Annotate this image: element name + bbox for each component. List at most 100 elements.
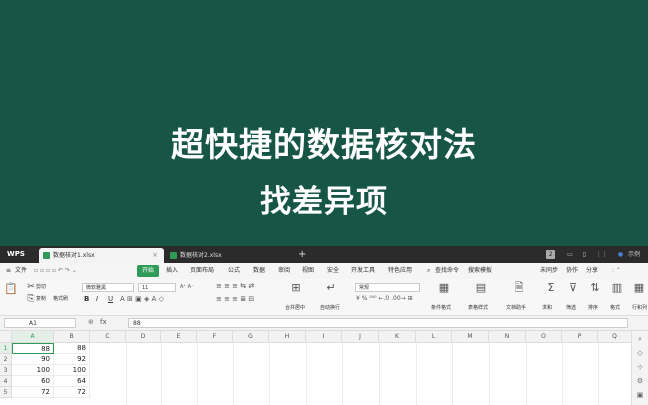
name-box[interactable]: A1 xyxy=(4,318,76,328)
column-header-a[interactable]: A xyxy=(12,331,54,343)
column-header-f[interactable]: F xyxy=(197,331,233,343)
underline-icon[interactable]: U xyxy=(108,295,113,303)
menu-tab-page-layout[interactable]: 页面布局 xyxy=(190,265,214,277)
column-header-e[interactable]: E xyxy=(161,331,197,343)
font-name-select[interactable]: 微软雅黑 xyxy=(82,283,134,292)
search-icon[interactable]: ⌕ xyxy=(636,335,644,343)
bold-icon[interactable]: B xyxy=(84,295,89,303)
font-size-select[interactable]: 11 xyxy=(138,283,176,292)
table-style-icon[interactable]: ▤ xyxy=(474,282,488,294)
user-avatar-icon[interactable]: ● xyxy=(618,251,623,258)
cell-a1[interactable]: 88 xyxy=(12,343,54,354)
wrap-text-icon[interactable]: ↵ xyxy=(324,282,338,294)
filter-icon[interactable]: ⊽ xyxy=(566,282,580,294)
font-effect-icons[interactable]: A ⊞ ▣ ◈ A ◇ xyxy=(120,295,164,303)
close-icon[interactable]: × xyxy=(152,248,158,263)
formula-input[interactable]: 88 xyxy=(128,318,628,328)
font-grow-shrink-icons[interactable]: A⁺ A⁻ xyxy=(180,283,194,291)
menu-tab-insert[interactable]: 插入 xyxy=(166,265,178,277)
conditional-format-icon[interactable]: ▦ xyxy=(437,282,451,294)
menu-tab-review[interactable]: 审阅 xyxy=(278,265,290,277)
column-header-p[interactable]: P xyxy=(562,331,598,343)
copy-icon[interactable]: ⎘ xyxy=(26,294,36,304)
cut-button[interactable]: 剪切 xyxy=(36,283,46,291)
column-header-c[interactable]: C xyxy=(90,331,126,343)
menu-tab-special[interactable]: 特色应用 xyxy=(388,265,412,277)
menu-file[interactable]: 文件 xyxy=(15,265,27,277)
align-icons-top[interactable]: ≡ ≡ ≡ ⇆ ⇄ xyxy=(216,282,254,290)
menu-tab-developer[interactable]: 开发工具 xyxy=(351,265,375,277)
apps-icon[interactable]: ⋮⋮ xyxy=(596,251,608,258)
sync-status[interactable]: 未同步 xyxy=(540,265,558,277)
row-header-2[interactable]: 2 xyxy=(0,354,12,365)
share-button[interactable]: 分享 xyxy=(586,265,598,277)
paste-icon[interactable]: 📋 xyxy=(4,283,18,295)
more-menu-icon[interactable]: : ⌃ xyxy=(612,265,621,277)
wrap-text-button[interactable]: 自动换行 xyxy=(320,304,340,311)
sort-icon[interactable]: ⇅ xyxy=(588,282,602,294)
tools-icon[interactable]: ⚙ xyxy=(636,377,644,385)
cell-a2[interactable]: 90 xyxy=(12,354,54,365)
row-col-icon[interactable]: ▦ xyxy=(632,282,646,294)
column-header-h[interactable]: H xyxy=(269,331,306,343)
column-header-o[interactable]: O xyxy=(526,331,562,343)
fx-icon[interactable]: fx xyxy=(100,318,107,326)
hamburger-menu-icon[interactable]: ≡ xyxy=(6,265,11,277)
cell-b1[interactable]: 88 xyxy=(54,343,90,354)
italic-icon[interactable]: I xyxy=(96,295,98,303)
layout-icon[interactable]: ▯ xyxy=(583,251,586,258)
menu-tab-data[interactable]: 数据 xyxy=(253,265,265,277)
column-header-j[interactable]: J xyxy=(342,331,379,343)
number-format-select[interactable]: 常规 xyxy=(355,283,420,292)
cut-icon[interactable]: ✂ xyxy=(26,282,36,292)
cell-b5[interactable]: 72 xyxy=(54,387,90,398)
doc-helper-button[interactable]: 文档助手 xyxy=(506,304,526,311)
menu-tab-home[interactable]: 开始 xyxy=(137,265,160,277)
row-col-button[interactable]: 行和列 xyxy=(632,304,647,311)
menu-tab-formulas[interactable]: 公式 xyxy=(228,265,240,277)
sort-button[interactable]: 排序 xyxy=(588,304,598,311)
align-icons-bottom[interactable]: ≡ ≡ ≡ ≣ ⊟ xyxy=(216,295,254,303)
cell-a3[interactable]: 100 xyxy=(12,365,54,376)
cell-a5[interactable]: 72 xyxy=(12,387,54,398)
minimize-icon[interactable]: ▭ xyxy=(567,251,573,258)
tab-document-2[interactable]: 数据核对2.xlsx xyxy=(166,248,291,263)
row-header-4[interactable]: 4 xyxy=(0,376,12,387)
column-header-n[interactable]: N xyxy=(489,331,526,343)
column-header-m[interactable]: M xyxy=(452,331,489,343)
column-header-g[interactable]: G xyxy=(233,331,269,343)
cell-b2[interactable]: 92 xyxy=(54,354,90,365)
row-header-3[interactable]: 3 xyxy=(0,365,12,376)
sum-icon[interactable]: Σ xyxy=(544,282,558,294)
menu-tab-security[interactable]: 安全 xyxy=(327,265,339,277)
cell-b3[interactable]: 100 xyxy=(54,365,90,376)
image-icon[interactable]: ▣ xyxy=(636,391,644,399)
column-header-l[interactable]: L xyxy=(416,331,452,343)
wps-logo[interactable]: WPS xyxy=(4,249,28,260)
format-icon[interactable]: ▥ xyxy=(610,282,624,294)
search-icon[interactable]: ⌕ xyxy=(427,265,430,277)
conditional-format-button[interactable]: 条件格式 xyxy=(431,304,451,311)
collaborate-button[interactable]: 协作 xyxy=(566,265,578,277)
table-style-button[interactable]: 表格样式 xyxy=(468,304,488,311)
doc-helper-icon[interactable]: 🗎 xyxy=(512,282,526,294)
column-header-b[interactable]: B xyxy=(54,331,90,343)
spreadsheet-grid[interactable]: A B C D E F G H I J K L M N O P Q 1 88 8… xyxy=(0,331,632,405)
style-icon[interactable]: ◇ xyxy=(636,349,644,357)
column-header-i[interactable]: I xyxy=(306,331,342,343)
search-templates[interactable]: 搜索模板 xyxy=(468,265,492,277)
user-name[interactable]: 示例 xyxy=(628,251,640,258)
column-header-k[interactable]: K xyxy=(379,331,416,343)
format-button[interactable]: 格式 xyxy=(610,304,620,311)
row-header-1[interactable]: 1 xyxy=(0,343,12,354)
number-format-icons[interactable]: ¥ % ⁰⁰⁰ ←.0 .00→ ⊞ xyxy=(356,295,413,303)
column-header-q[interactable]: Q xyxy=(598,331,632,343)
new-tab-plus-icon[interactable]: + xyxy=(298,246,306,263)
select-all-corner[interactable] xyxy=(0,331,12,343)
cell-a4[interactable]: 60 xyxy=(12,376,54,387)
column-header-d[interactable]: D xyxy=(126,331,161,343)
format-painter-button[interactable]: 格式刷 xyxy=(53,295,68,303)
merge-center-icon[interactable]: ⊞ xyxy=(289,282,303,294)
zoom-icon[interactable]: ⊕ xyxy=(88,318,94,326)
cell-b4[interactable]: 64 xyxy=(54,376,90,387)
